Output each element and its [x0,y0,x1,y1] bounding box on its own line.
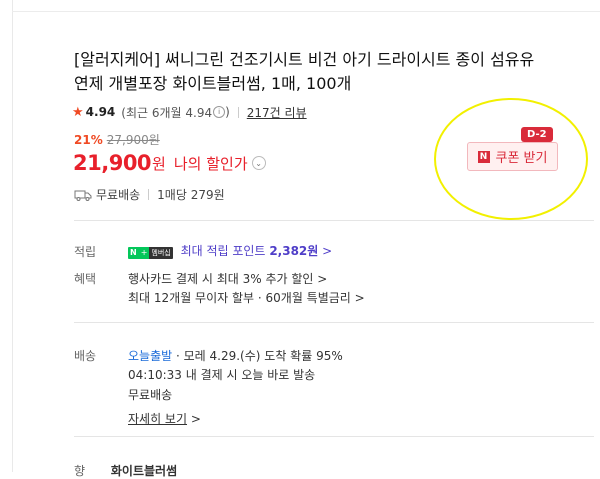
yellow-highlight-circle [434,98,588,220]
arrival-estimate: · 모레 4.29.(수) 도착 확률 95% [176,349,343,363]
section-divider [74,220,594,221]
delivery-label: 배송 [74,349,97,363]
benefit-installment-chevron: > [354,291,365,305]
recent-rating: (최근 6개월 4.94 [121,105,213,120]
info-icon[interactable]: i [213,106,226,118]
original-price: 27,900원 [106,133,160,147]
npay-membership-badge: N + 멤버십 [128,247,177,259]
my-price-label[interactable]: 나의 할인가 [174,153,248,174]
npay-plus: + [138,247,150,259]
rating-row: ★ 4.94 (최근 6개월 4.94 i ) 217건 리뷰 [72,103,307,121]
sale-price: 21,900 [73,151,152,175]
benefit-card-text: 행사카드 결제 시 최대 3% 추가 할인 [128,272,314,286]
price-unit: 원 [152,154,166,173]
benefit-line-2[interactable]: 최대 12개월 무이자 할부 · 60개월 특별금리 > [128,289,365,306]
divider [237,106,239,118]
benefits-label: 혜택 [74,272,97,286]
delivery-cutoff: 04:10:33 내 결제 시 오늘 바로 발송 [128,368,316,382]
points-row[interactable]: N + 멤버십 최대 적립 포인트 2,382원 > [128,242,332,259]
benefit-line-1[interactable]: 행사카드 결제 시 최대 3% 추가 할인 > [128,270,327,287]
points-chevron: > [322,244,333,258]
details-text: 자세히 보기 [128,412,188,426]
delivery-fee: 무료배송 [128,388,173,402]
delivery-arrival-row: 오늘출발 · 모레 4.29.(수) 도착 확률 95% [128,347,343,364]
shipping-fee: 무료배송 [96,188,141,202]
today-departure: 오늘출발 [128,349,173,363]
rating-score: 4.94 [85,105,116,119]
shipping-row: 무료배송 1매당 279원 [74,186,225,203]
section-divider [74,322,594,323]
option-row: 향 화이트블러썸 [74,462,177,479]
section-divider [74,436,594,437]
per-unit-price: 1매당 279원 [157,188,225,202]
points-text: 최대 적립 포인트 [180,244,266,258]
option-label: 향 [74,464,86,478]
divider [148,189,150,200]
points-label: 적립 [74,245,97,259]
delivery-details-link[interactable]: 자세히 보기 > [128,410,201,427]
truck-icon [74,190,92,201]
left-panel-edge [0,0,13,472]
recent-rating-close: ) [225,105,230,119]
product-title: [알러지케어] 써니그린 건조기시트 비건 아기 드라이시트 종이 섬유유연제 … [74,50,535,93]
npay-n: N [128,247,139,259]
discount-row: 21% 27,900원 [74,131,160,148]
details-chevron: > [190,412,201,426]
benefit-installment-text: 최대 12개월 무이자 할부 · 60개월 특별금리 [128,291,351,305]
top-edge [12,0,600,12]
price-row: 21,900 원 나의 할인가 ⌄ [73,151,266,175]
benefit-card-chevron: > [317,272,328,286]
chevron-down-icon[interactable]: ⌄ [251,156,266,170]
option-value: 화이트블러썸 [110,464,178,478]
review-count-link[interactable]: 217건 리뷰 [247,104,307,121]
points-value: 2,382원 [269,244,319,258]
discount-rate: 21% [74,132,103,147]
npay-membership-text: 멤버십 [149,247,173,259]
star-icon: ★ [72,104,84,120]
